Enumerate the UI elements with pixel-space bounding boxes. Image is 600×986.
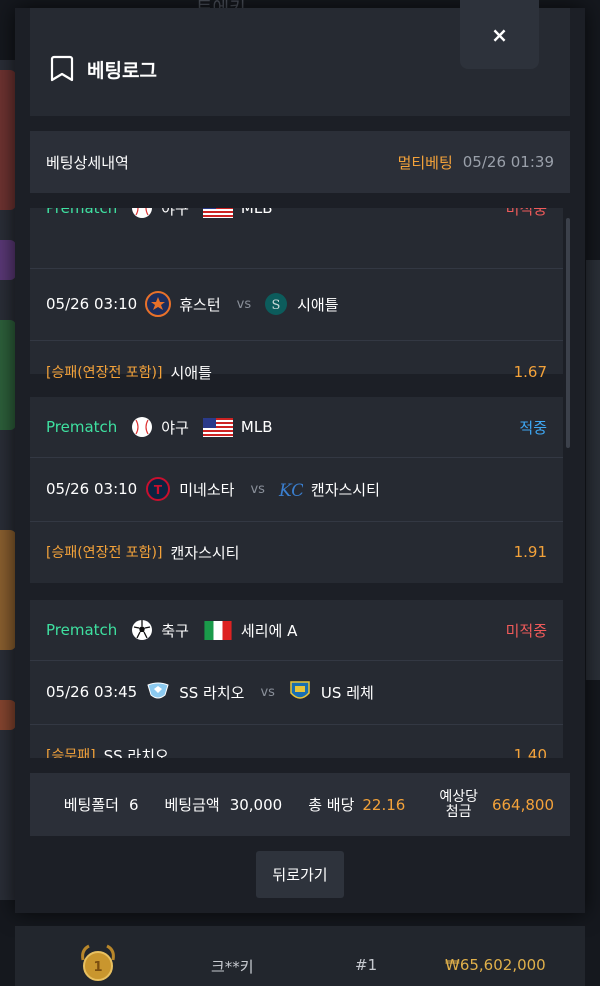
rank-amount: ₩65,602,000 bbox=[445, 956, 546, 974]
prematch-tag: Prematch bbox=[46, 208, 118, 217]
pick-label: SS 라치오 bbox=[103, 746, 169, 759]
expected-label-line2: 첨금 bbox=[445, 803, 472, 820]
folder-label: 베팅폴더 bbox=[63, 796, 119, 814]
bookmark-icon bbox=[50, 55, 74, 82]
lecce-logo-icon bbox=[290, 681, 310, 699]
ranking-row: 1 크**키 #1 ₩65,602,000 bbox=[15, 926, 585, 986]
pick-row: [승패(연장전 포함)] 시애틀 1.67 bbox=[30, 340, 563, 404]
home-team: 미네소타 bbox=[179, 480, 235, 499]
svg-text:KC: KC bbox=[278, 481, 303, 501]
bet-summary: 베팅폴더 6 베팅금액 30,000 총 배당 22.16 예상당 첨금 664… bbox=[30, 773, 570, 836]
match-row: 05/26 03:45 SS 라치오 vs US 레체 bbox=[30, 660, 563, 724]
away-team: US 레체 bbox=[320, 683, 374, 702]
close-button[interactable]: × bbox=[460, 0, 539, 69]
total-odds: 22.16 bbox=[362, 795, 406, 814]
bet-card-header: Prematch 야구 MLB 미적중 bbox=[30, 208, 563, 238]
baseball-icon bbox=[132, 417, 153, 437]
vs-label: vs bbox=[260, 684, 275, 700]
bet-status: 적중 bbox=[519, 418, 547, 437]
league-name: 세리에 A bbox=[240, 621, 298, 640]
odds-value: 1.91 bbox=[513, 543, 547, 561]
odds-value: 1.67 bbox=[513, 363, 547, 381]
mariners-logo-icon: S bbox=[265, 293, 288, 315]
match-row: 05/26 03:10 휴스턴 vs S 시애틀 bbox=[30, 268, 563, 340]
rank-user-name: 크**키 bbox=[211, 958, 254, 976]
match-time: 05/26 03:10 bbox=[46, 480, 138, 498]
market-label: [승패(연장전 포함)] bbox=[46, 365, 163, 381]
sport-label: 야구 bbox=[161, 418, 189, 437]
bet-amount: 30,000 bbox=[229, 795, 283, 814]
italy-flag bbox=[204, 620, 232, 640]
league-name: MLB bbox=[240, 418, 273, 436]
bet-time: 05/26 01:39 bbox=[462, 153, 554, 171]
modal-title: 베팅로그 bbox=[87, 60, 157, 82]
prematch-tag: Prematch bbox=[46, 418, 118, 436]
odds-value: 1.40 bbox=[513, 746, 547, 758]
bet-status: 미적중 bbox=[505, 208, 547, 218]
betting-log-modal: 베팅로그 × 베팅상세내역 멀티베팅 05/26 01:39 Prematch … bbox=[15, 0, 585, 913]
astros-logo-icon bbox=[145, 291, 172, 317]
match-time: 05/26 03:10 bbox=[46, 295, 138, 313]
bet-type: 멀티베팅 bbox=[397, 153, 453, 172]
bet-list[interactable]: Prematch 야구 MLB 미적중 05/26 03:10 휴스턴 vs S… bbox=[30, 208, 570, 758]
bet-card: Prematch 축구 세리에 A 미적중 05/26 03:45 SS 라치오… bbox=[30, 600, 563, 758]
rank-number: #1 bbox=[355, 956, 378, 974]
expected-payout: 664,800 bbox=[491, 795, 554, 814]
bet-card: Prematch 야구 MLB 적중 05/26 03:10 T 미네소타 vs… bbox=[30, 397, 563, 583]
pick-label: 캔자스시티 bbox=[170, 543, 240, 562]
usa-flag bbox=[202, 417, 233, 437]
expected-label-line1: 예상당 bbox=[439, 788, 478, 805]
soccer-ball-icon bbox=[132, 620, 153, 640]
market-label: [승패(연장전 포함)] bbox=[46, 545, 163, 561]
bet-card: Prematch 야구 MLB 미적중 05/26 03:10 휴스턴 vs S… bbox=[30, 208, 563, 382]
match-row: 05/26 03:10 T 미네소타 vs KC 캔자스시티 bbox=[30, 457, 563, 521]
pick-row: [승패(연장전 포함)] 캔자스시티 1.91 bbox=[30, 521, 563, 583]
vs-label: vs bbox=[236, 296, 252, 312]
home-team: 휴스턴 bbox=[179, 295, 221, 314]
back-button[interactable]: 뒤로가기 bbox=[256, 851, 344, 898]
gold-medal-icon: 1 bbox=[81, 944, 115, 981]
bet-status: 미적중 bbox=[505, 621, 547, 640]
sport-label: 야구 bbox=[161, 208, 189, 218]
background-right-strip bbox=[586, 260, 600, 680]
sport-label: 축구 bbox=[161, 621, 189, 640]
background-left-strip bbox=[0, 60, 16, 900]
bet-detail-bar: 베팅상세내역 멀티베팅 05/26 01:39 bbox=[30, 131, 570, 193]
lazio-logo-icon bbox=[147, 682, 169, 699]
detail-label: 베팅상세내역 bbox=[46, 153, 129, 172]
match-time: 05/26 03:45 bbox=[46, 683, 138, 701]
twins-logo-icon: T bbox=[146, 477, 171, 501]
pick-row: [승무패] SS 라치오 1.40 bbox=[30, 724, 563, 758]
usa-flag bbox=[202, 208, 233, 218]
home-team: SS 라치오 bbox=[179, 683, 245, 702]
svg-text:1: 1 bbox=[93, 960, 102, 975]
market-label: [승무패] bbox=[46, 748, 96, 758]
prematch-tag: Prematch bbox=[46, 621, 118, 639]
pick-label: 시애틀 bbox=[170, 363, 212, 382]
vs-label: vs bbox=[250, 481, 265, 497]
total-odds-label: 총 배당 bbox=[308, 796, 355, 814]
expected-label: 예상당 첨금 bbox=[439, 788, 478, 820]
folder-count: 6 bbox=[128, 795, 139, 814]
league-name: MLB bbox=[240, 208, 273, 217]
away-team: 시애틀 bbox=[297, 295, 339, 314]
bet-card-header: Prematch 야구 MLB 적중 bbox=[30, 397, 563, 457]
bet-card-header: Prematch 축구 세리에 A 미적중 bbox=[30, 600, 563, 660]
svg-text:S: S bbox=[272, 298, 281, 313]
baseball-icon bbox=[132, 208, 153, 218]
away-team: 캔자스시티 bbox=[310, 480, 380, 499]
amount-label: 베팅금액 bbox=[164, 796, 220, 814]
royals-logo-icon: KC bbox=[278, 481, 303, 501]
svg-text:T: T bbox=[154, 483, 163, 497]
scrollbar[interactable] bbox=[566, 218, 570, 448]
